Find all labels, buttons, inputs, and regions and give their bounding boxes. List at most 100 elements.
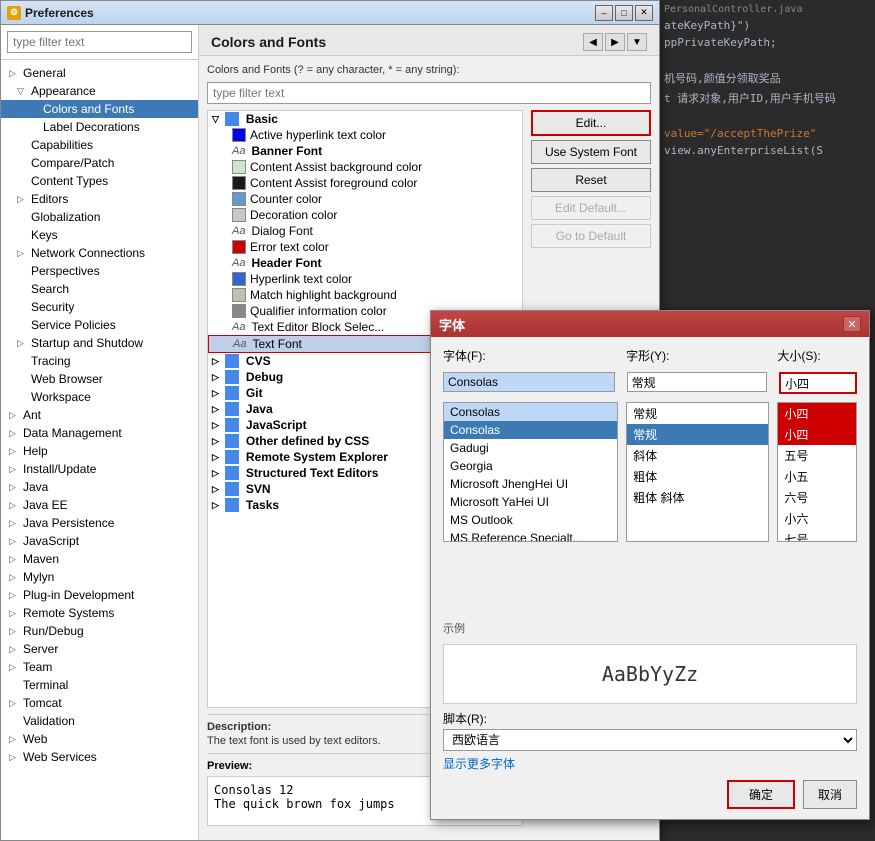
font-name-input[interactable] [443,372,615,392]
sidebar-item-web[interactable]: ▷ Web [1,730,198,748]
font-style-item-bold-italic[interactable]: 粗体 斜体 [627,487,768,508]
sidebar-item-javascript[interactable]: ▷ JavaScript [1,532,198,550]
sidebar-item-general[interactable]: ▷ General [1,64,198,82]
sidebar-item-globalization[interactable]: Globalization [1,208,198,226]
font-style-list[interactable]: 常规 常规 斜体 粗体 粗体 斜体 [626,402,769,542]
sidebar-item-terminal[interactable]: Terminal [1,676,198,694]
sidebar-item-compare-patch[interactable]: Compare/Patch [1,154,198,172]
sidebar-item-java-ee[interactable]: ▷ Java EE [1,496,198,514]
sidebar-item-install-update[interactable]: ▷ Install/Update [1,460,198,478]
sidebar-item-mylyn[interactable]: ▷ Mylyn [1,568,198,586]
tree-item-counter-color[interactable]: Counter color [208,191,522,207]
font-style-item-regular[interactable]: 常规 [627,424,768,445]
edit-button[interactable]: Edit... [531,110,651,136]
tree-item-content-assist-bg[interactable]: Content Assist background color [208,159,522,175]
sidebar-item-maven[interactable]: ▷ Maven [1,550,198,568]
maximize-button[interactable]: □ [615,5,633,21]
font-size-item-xiaosi2[interactable]: 小四 [778,424,856,445]
sidebar-item-web-browser[interactable]: Web Browser [1,370,198,388]
tree-item-decoration-color[interactable]: Decoration color [208,207,522,223]
font-style-item-italic[interactable]: 斜体 [627,445,768,466]
font-ok-button[interactable]: 确定 [727,780,795,809]
sidebar-item-run-debug[interactable]: ▷ Run/Debug [1,622,198,640]
sidebar-item-appearance[interactable]: ▽ Appearance [1,82,198,100]
font-size-item-qihao[interactable]: 七号 [778,529,856,542]
sidebar-item-data-management[interactable]: ▷ Data Management [1,424,198,442]
tree-item-error-text-color[interactable]: Error text color [208,239,522,255]
font-dialog-titlebar: 字体 ✕ [431,311,869,337]
panel-filter-input[interactable] [207,82,651,104]
font-style-input[interactable] [627,372,767,392]
tree-item-match-highlight[interactable]: Match highlight background [208,287,522,303]
font-list-item-yahei[interactable]: Microsoft YaHei UI [444,493,617,511]
sidebar-item-label-decorations[interactable]: Label Decorations [1,118,198,136]
nav-fwd-button[interactable]: ▶ [605,33,625,51]
sidebar-item-capabilities[interactable]: Capabilities [1,136,198,154]
sidebar-item-ant[interactable]: ▷ Ant [1,406,198,424]
font-style-item-regular-light[interactable]: 常规 [627,403,768,424]
sidebar-item-security[interactable]: Security [1,298,198,316]
sidebar-item-team[interactable]: ▷ Team [1,658,198,676]
expand-icon: ▷ [9,410,19,421]
font-size-item-xiaosi[interactable]: 小四 [778,403,856,424]
expand-icon: ▷ [9,518,19,529]
tree-item-banner-font[interactable]: Aa Banner Font [208,143,522,159]
font-size-item-liuhao[interactable]: 六号 [778,487,856,508]
font-size-list[interactable]: 小四 小四 五号 小五 六号 小六 七号 八号 [777,402,857,542]
sidebar-item-tracing[interactable]: Tracing [1,352,198,370]
font-cancel-button[interactable]: 取消 [803,780,857,809]
edit-default-button[interactable]: Edit Default... [531,196,651,220]
sidebar-item-java-persistence[interactable]: ▷ Java Persistence [1,514,198,532]
sidebar-filter-input[interactable] [7,31,192,53]
use-system-font-button[interactable]: Use System Font [531,140,651,164]
sidebar-item-perspectives[interactable]: Perspectives [1,262,198,280]
font-size-item-xiaowu[interactable]: 小五 [778,466,856,487]
sidebar-item-workspace[interactable]: Workspace [1,388,198,406]
reset-button[interactable]: Reset [531,168,651,192]
font-dialog-close-button[interactable]: ✕ [843,316,861,332]
tree-section-basic[interactable]: ▽ Basic [208,111,522,127]
font-size-input[interactable] [779,372,857,394]
sidebar-item-server[interactable]: ▷ Server [1,640,198,658]
font-size-item-xiaoliu[interactable]: 小六 [778,508,856,529]
font-script-select[interactable]: 西欧语言 [443,729,857,751]
sidebar-item-startup[interactable]: ▷ Startup and Shutdow [1,334,198,352]
sidebar-item-keys[interactable]: Keys [1,226,198,244]
tree-item-header-font[interactable]: Aa Header Font [208,255,522,271]
font-list-item-jhengHei[interactable]: Microsoft JhengHei UI [444,475,617,493]
sidebar-item-help[interactable]: ▷ Help [1,442,198,460]
tree-item-content-assist-fg[interactable]: Content Assist foreground color [208,175,522,191]
sidebar-item-search[interactable]: Search [1,280,198,298]
font-list-item-ms-outlook[interactable]: MS Outlook [444,511,617,529]
sidebar-item-content-types[interactable]: Content Types [1,172,198,190]
tree-item-dialog-font[interactable]: Aa Dialog Font [208,223,522,239]
font-size-item-wuhao[interactable]: 五号 [778,445,856,466]
more-fonts-link[interactable]: 显示更多字体 [443,755,857,772]
nav-menu-button[interactable]: ▼ [627,33,647,51]
font-name-list[interactable]: Consolas Consolas Gadugi Georgia Microso… [443,402,618,542]
sidebar-item-tomcat[interactable]: ▷ Tomcat [1,694,198,712]
sidebar-item-network-connections[interactable]: ▷ Network Connections [1,244,198,262]
sidebar-item-plugin-development[interactable]: ▷ Plug-in Development [1,586,198,604]
font-list-item-consolas[interactable]: Consolas [444,421,617,439]
tree-item-active-hyperlink[interactable]: Active hyperlink text color [208,127,522,143]
sidebar-item-web-services[interactable]: ▷ Web Services [1,748,198,766]
font-list-item-gadugi[interactable]: Gadugi [444,439,617,457]
minimize-button[interactable]: – [595,5,613,21]
nav-back-button[interactable]: ◀ [583,33,603,51]
sidebar-item-colors-fonts[interactable]: Colors and Fonts [1,100,198,118]
sidebar-item-java[interactable]: ▷ Java [1,478,198,496]
sidebar-item-editors[interactable]: ▷ Editors [1,190,198,208]
sidebar-item-remote-systems[interactable]: ▷ Remote Systems [1,604,198,622]
font-list-item-consolas-input[interactable]: Consolas [444,403,617,421]
go-to-default-button[interactable]: Go to Default [531,224,651,248]
font-style-item-bold[interactable]: 粗体 [627,466,768,487]
font-list-item-ms-reference[interactable]: MS Reference Specialt... [444,529,617,542]
tree-item-hyperlink-color[interactable]: Hyperlink text color [208,271,522,287]
item-label: Error text color [250,240,329,254]
sidebar-item-validation[interactable]: Validation [1,712,198,730]
font-list-item-georgia[interactable]: Georgia [444,457,617,475]
font-size-label: 大小(S): [777,349,820,363]
sidebar-item-service-policies[interactable]: Service Policies [1,316,198,334]
close-button[interactable]: ✕ [635,5,653,21]
